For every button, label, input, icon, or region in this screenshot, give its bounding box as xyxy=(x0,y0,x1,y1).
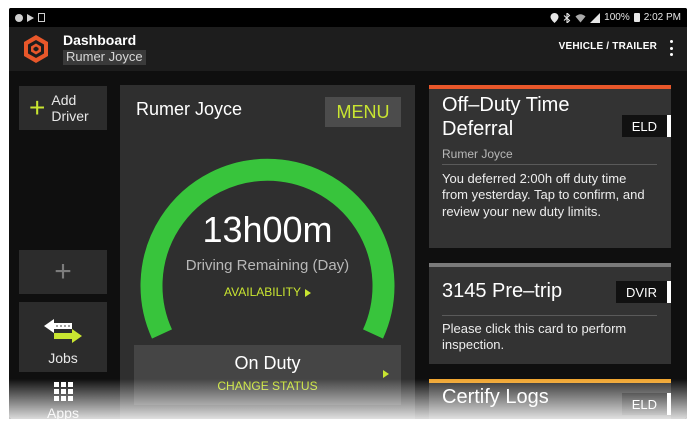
notification-dot-icon xyxy=(15,13,23,22)
card-accent xyxy=(429,263,671,267)
sim-icon xyxy=(38,13,45,22)
pre-trip-card[interactable]: 3145 Pre–trip DVIR Please click this car… xyxy=(429,263,671,364)
eld-badge: ELD xyxy=(621,115,671,137)
left-rail: + Add Driver + Jobs Apps xyxy=(9,71,119,419)
add-driver-label-line1: Add xyxy=(51,91,77,108)
off-duty-deferral-card[interactable]: Off–Duty Time Deferral ELD Rumer Joyce Y… xyxy=(429,85,671,248)
card-accent xyxy=(429,85,671,89)
battery-icon xyxy=(633,13,640,22)
page-title: Dashboard xyxy=(63,31,137,48)
overflow-menu-icon[interactable] xyxy=(670,40,674,56)
driving-remaining-label: Driving Remaining (Day) xyxy=(185,257,350,274)
wifi-icon xyxy=(575,13,586,22)
card-title: Certify Logs xyxy=(442,386,549,408)
change-status-label: CHANGE STATUS xyxy=(217,379,318,393)
status-bar: 100% 2:02 PM xyxy=(9,8,687,27)
plus-icon: + xyxy=(29,92,46,123)
eld-badge: ELD xyxy=(621,393,671,415)
location-icon xyxy=(550,12,559,23)
card-subtitle: Rumer Joyce xyxy=(442,147,513,161)
divider xyxy=(442,164,657,165)
add-button[interactable]: + xyxy=(19,250,107,294)
divider xyxy=(442,315,657,316)
dvir-badge: DVIR xyxy=(615,281,671,303)
card-accent xyxy=(429,379,671,383)
card-title: Off–Duty Time Deferral xyxy=(442,94,570,140)
change-status-button[interactable]: On Duty CHANGE STATUS xyxy=(134,345,401,405)
play-icon xyxy=(27,13,34,22)
app-bar: Dashboard Rumer Joyce VEHICLE / TRAILER xyxy=(9,27,687,71)
app-window: 100% 2:02 PM Dashboard Rumer Joyce VEHIC… xyxy=(9,8,687,419)
card-body: You deferred 2:00h off duty time from ye… xyxy=(442,171,645,219)
apps-label: Apps xyxy=(47,405,79,419)
chevron-right-icon xyxy=(383,370,389,378)
plus-icon: + xyxy=(54,255,72,288)
apps-grid-icon xyxy=(53,382,73,401)
jobs-arrows-icon xyxy=(44,319,82,343)
clock: 2:02 PM xyxy=(643,12,681,23)
current-driver-label: Rumer Joyce xyxy=(63,49,146,65)
battery-percent: 100% xyxy=(604,12,630,23)
vehicle-trailer-button[interactable]: VEHICLE / TRAILER xyxy=(559,41,657,52)
certify-logs-card[interactable]: Certify Logs ELD xyxy=(429,379,671,419)
menu-button[interactable]: MENU xyxy=(325,97,401,127)
jobs-label: Jobs xyxy=(48,350,78,366)
add-driver-button[interactable]: + Add Driver xyxy=(19,86,107,130)
jobs-button[interactable]: Jobs xyxy=(19,302,107,372)
gauge-fill xyxy=(140,158,395,339)
card-title: 3145 Pre–trip xyxy=(442,280,563,302)
duty-status: On Duty xyxy=(234,353,301,373)
driver-name: Rumer Joyce xyxy=(136,99,243,119)
card-body: Please click this card to perform inspec… xyxy=(442,321,627,353)
availability-link[interactable]: AVAILABILITY xyxy=(120,285,415,299)
bluetooth-icon xyxy=(563,12,571,23)
signal-icon xyxy=(590,12,601,23)
apps-button[interactable]: Apps xyxy=(19,379,107,419)
app-logo-icon xyxy=(24,35,48,63)
add-driver-label-line2: Driver xyxy=(51,108,89,124)
driver-status-card: Rumer Joyce MENU 13h00m Driving Remainin… xyxy=(120,85,415,419)
chevron-right-icon xyxy=(304,288,311,297)
time-remaining: 13h00m xyxy=(202,209,333,250)
